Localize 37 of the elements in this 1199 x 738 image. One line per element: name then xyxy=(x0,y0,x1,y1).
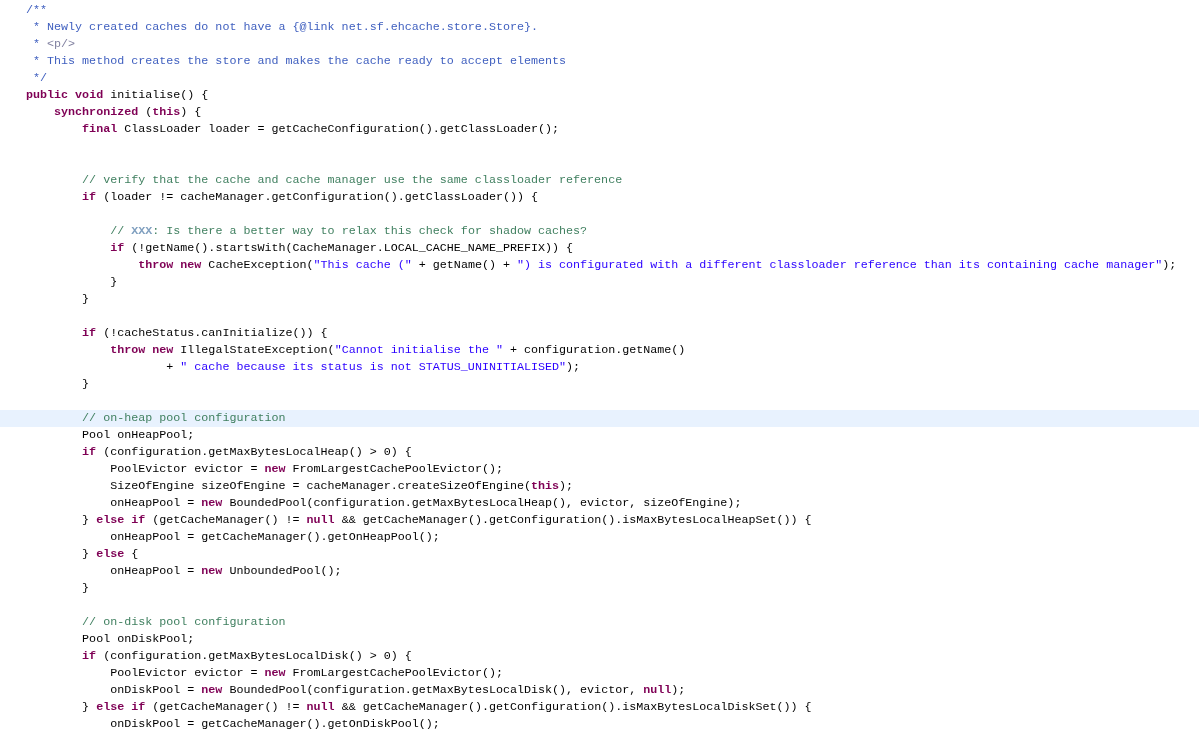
code-line: } else if (getCacheManager() != null && getCacheManager().getConfiguration().isMaxBytesLocalHeapSet()) { xyxy=(81,513,812,527)
code-line: onHeapPool = new BoundedPool(configuration.getMaxBytesLocalHeap(), evictor, sizeOfEngine); xyxy=(109,496,742,510)
code-line: onHeapPool = getCacheManager().getOnHeapPool(); xyxy=(109,530,440,544)
code-line: onDiskPool = new BoundedPool(configuration.getMaxBytesLocalDisk(), evictor, null); xyxy=(109,683,686,697)
code-line: throw new CacheException("This cache (" + getName() + ") is configurated with a different classloader reference than its containing cache manager"); xyxy=(137,258,1177,272)
code-line: synchronized (this) { xyxy=(53,105,202,119)
code-line: Pool onHeapPool; xyxy=(81,428,195,442)
code-line: if (configuration.getMaxBytesLocalHeap() > 0) { xyxy=(81,445,412,459)
code-line: final ClassLoader loader = getCacheConfiguration().getClassLoader(); xyxy=(81,122,560,136)
code-line: Pool onDiskPool; xyxy=(81,632,195,646)
code-line: * Newly created caches do not have a {@link net.sf.ehcache.store.Store}. xyxy=(32,20,538,34)
code-line: /** xyxy=(26,3,48,17)
code-line: if (configuration.getMaxBytesLocalDisk() > 0) { xyxy=(81,649,412,663)
code-line: onHeapPool = new UnboundedPool(); xyxy=(109,564,342,578)
code-line: if (loader != cacheManager.getConfiguration().getClassLoader()) { xyxy=(81,190,538,204)
code-line: if (!cacheStatus.canInitialize()) { xyxy=(81,326,328,340)
code-line: PoolEvictor evictor = new FromLargestCachePoolEvictor(); xyxy=(109,666,503,680)
code-line: } xyxy=(109,275,118,289)
code-line: throw new IllegalStateException("Cannot initialise the " + configuration.getName() xyxy=(109,343,686,357)
code-line: PoolEvictor evictor = new FromLargestCachePoolEvictor(); xyxy=(109,462,503,476)
code-line: */ xyxy=(32,71,48,85)
code-line: * <p/> xyxy=(32,37,76,51)
code-line: // on-disk pool configuration xyxy=(81,615,286,629)
code-line: } xyxy=(81,292,90,306)
code-line: + " cache because its status is not STATUS_UNINITIALISED"); xyxy=(165,360,581,374)
code-line: SizeOfEngine sizeOfEngine = cacheManager.createSizeOfEngine(this); xyxy=(109,479,574,493)
code-line: } xyxy=(81,377,90,391)
code-line: // XXX: Is there a better way to relax this check for shadow caches? xyxy=(109,224,588,238)
code-line: if (!getName().startsWith(CacheManager.LOCAL_CACHE_NAME_PREFIX)) { xyxy=(109,241,574,255)
code-line: // verify that the cache and cache manager use the same classloader reference xyxy=(81,173,623,187)
code-line: // on-heap pool configuration xyxy=(81,411,286,425)
code-line: * This method creates the store and makes the cache ready to accept elements xyxy=(32,54,567,68)
code-line: } else if (getCacheManager() != null && getCacheManager().getConfiguration().isMaxBytesLocalDiskSet()) { xyxy=(81,700,812,714)
code-line: onDiskPool = getCacheManager().getOnDiskPool(); xyxy=(109,717,440,731)
code-line: public void initialise() { xyxy=(26,88,209,102)
code-line: } else { xyxy=(81,547,139,561)
code-line: } xyxy=(81,581,90,595)
